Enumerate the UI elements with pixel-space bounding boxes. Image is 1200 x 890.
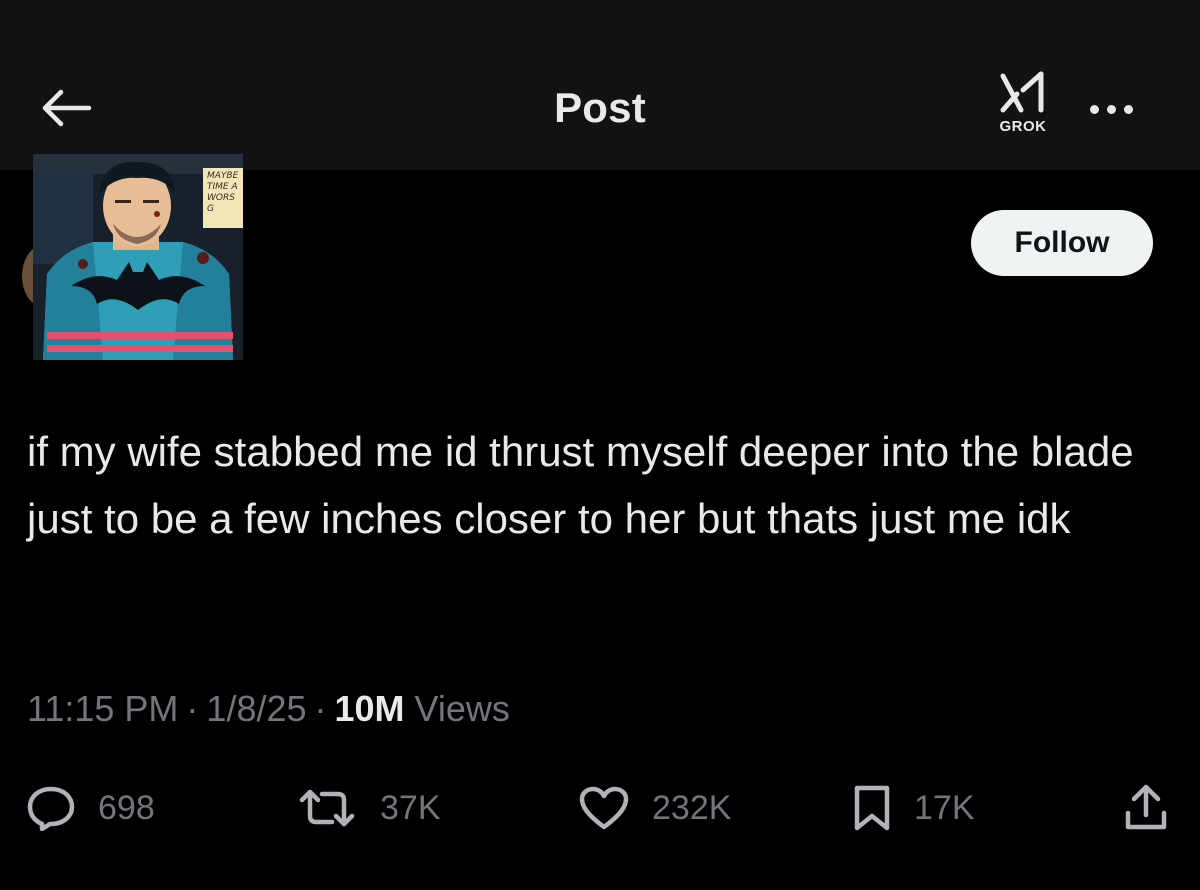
post-date: 1/8/25 xyxy=(206,688,307,729)
share-icon xyxy=(1122,783,1170,833)
grok-icon xyxy=(997,70,1049,116)
like-count: 232K xyxy=(652,788,732,827)
post-time: 11:15 PM xyxy=(27,688,179,729)
comic-caption: MAYBE TIME A WORS G xyxy=(203,168,243,228)
action-bar: 698 37K 232K 17K xyxy=(0,776,1200,840)
more-dot-icon xyxy=(1089,104,1099,114)
bookmark-button[interactable]: 17K xyxy=(852,776,975,840)
more-dot-icon xyxy=(1106,104,1116,114)
like-button[interactable]: 232K xyxy=(578,776,731,840)
more-dot-icon xyxy=(1123,104,1133,114)
repost-count: 37K xyxy=(380,788,441,827)
grok-button[interactable]: GROK xyxy=(990,70,1056,150)
reply-button[interactable]: 698 xyxy=(26,776,155,840)
more-options-button[interactable] xyxy=(1076,96,1146,122)
views-label: Views xyxy=(414,688,510,729)
share-button[interactable] xyxy=(1122,776,1170,840)
post-meta: 11:15 PM · 1/8/25 · 10M Views xyxy=(27,688,510,730)
meta-separator: · xyxy=(314,688,327,729)
bookmark-count: 17K xyxy=(914,788,975,827)
avatar[interactable]: MAYBE TIME A WORS G xyxy=(33,154,243,360)
reply-count: 698 xyxy=(98,788,155,827)
grok-label: GROK xyxy=(999,118,1047,135)
post-text: if my wife stabbed me id thrust myself d… xyxy=(27,428,1134,542)
repost-button[interactable]: 37K xyxy=(296,776,441,840)
bookmark-icon xyxy=(852,784,892,832)
meta-separator: · xyxy=(186,688,199,729)
heart-icon xyxy=(578,785,630,831)
post-screen: Post GROK MAYBE TIME A WORS G Follow if … xyxy=(0,0,1200,890)
follow-button[interactable]: Follow xyxy=(971,210,1153,276)
views-count: 10M xyxy=(334,688,405,729)
repost-icon xyxy=(296,786,358,830)
top-bar: Post GROK xyxy=(0,0,1200,170)
reply-icon xyxy=(26,785,76,831)
